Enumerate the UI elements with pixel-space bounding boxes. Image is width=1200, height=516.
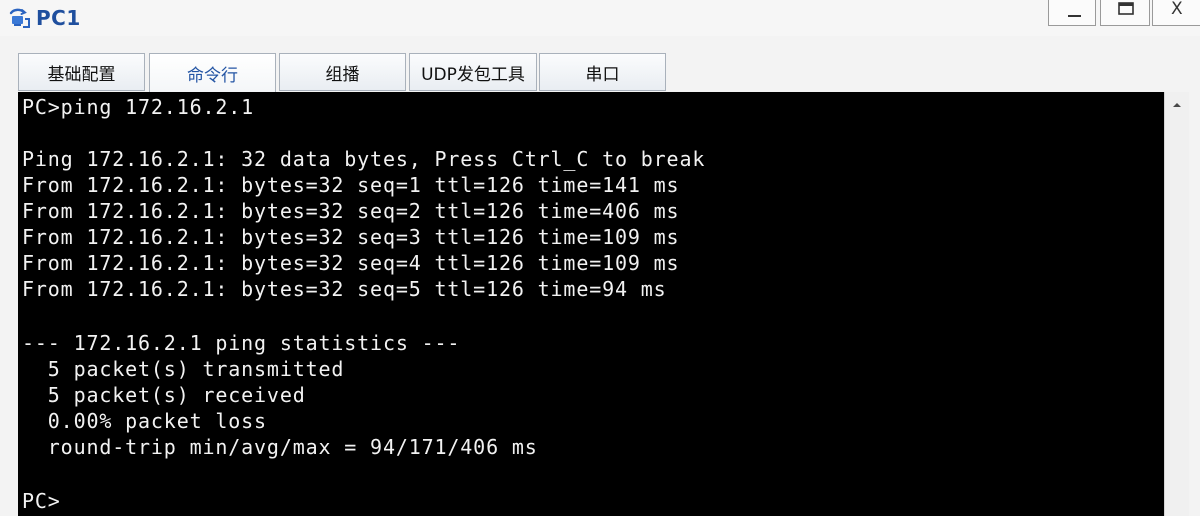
window-right-edge bbox=[1189, 36, 1200, 516]
terminal-line: round-trip min/avg/max = 94/171/406 ms bbox=[22, 435, 538, 459]
maximize-icon bbox=[1118, 2, 1134, 15]
tab-label: 命令行 bbox=[187, 65, 238, 86]
terminal-line: 5 packet(s) received bbox=[22, 383, 306, 407]
tab-label: 串口 bbox=[585, 64, 620, 85]
vertical-scrollbar[interactable] bbox=[1164, 92, 1189, 516]
tab-bar: 基础配置 命令行 组播 UDP发包工具 串口 bbox=[0, 36, 1200, 93]
maximize-button[interactable] bbox=[1100, 0, 1150, 26]
terminal-line: From 172.16.2.1: bytes=32 seq=4 ttl=126 … bbox=[22, 251, 680, 275]
tab-multicast[interactable]: 组播 bbox=[279, 53, 406, 91]
pc1-window: PC1 X 基础配置 命令行 组播 UDP发包工具 串口 PC>ping 172… bbox=[0, 0, 1200, 516]
tab-label: 组播 bbox=[325, 64, 360, 85]
terminal-line: Ping 172.16.2.1: 32 data bytes, Press Ct… bbox=[22, 147, 706, 171]
close-button[interactable]: X bbox=[1152, 0, 1200, 26]
terminal-line: PC>ping 172.16.2.1 bbox=[22, 95, 255, 119]
tab-command-line[interactable]: 命令行 bbox=[149, 53, 276, 93]
minimize-button[interactable] bbox=[1048, 0, 1096, 26]
tab-udp-tool[interactable]: UDP发包工具 bbox=[409, 53, 537, 91]
tab-basic-config[interactable]: 基础配置 bbox=[18, 53, 145, 91]
terminal-output[interactable]: PC>ping 172.16.2.1 Ping 172.16.2.1: 32 d… bbox=[18, 92, 1164, 516]
scroll-up-arrow-icon[interactable] bbox=[1169, 96, 1185, 114]
close-icon: X bbox=[1171, 0, 1183, 19]
title-bar[interactable]: PC1 X bbox=[0, 0, 1200, 36]
minimize-icon bbox=[1068, 15, 1081, 17]
terminal-prompt: PC> bbox=[22, 489, 61, 513]
terminal-line: --- 172.16.2.1 ping statistics --- bbox=[22, 331, 461, 355]
terminal-line: From 172.16.2.1: bytes=32 seq=1 ttl=126 … bbox=[22, 173, 680, 197]
tab-label: 基础配置 bbox=[47, 64, 116, 85]
window-title: PC1 bbox=[36, 6, 81, 30]
tab-label: UDP发包工具 bbox=[421, 64, 525, 85]
tab-serial-port[interactable]: 串口 bbox=[539, 53, 666, 91]
terminal-line: 0.00% packet loss bbox=[22, 409, 267, 433]
pc-app-icon bbox=[9, 8, 30, 28]
terminal-line: 5 packet(s) transmitted bbox=[22, 357, 345, 381]
terminal-line: From 172.16.2.1: bytes=32 seq=2 ttl=126 … bbox=[22, 199, 680, 223]
terminal-line: From 172.16.2.1: bytes=32 seq=3 ttl=126 … bbox=[22, 225, 680, 249]
terminal-line: From 172.16.2.1: bytes=32 seq=5 ttl=126 … bbox=[22, 277, 667, 301]
